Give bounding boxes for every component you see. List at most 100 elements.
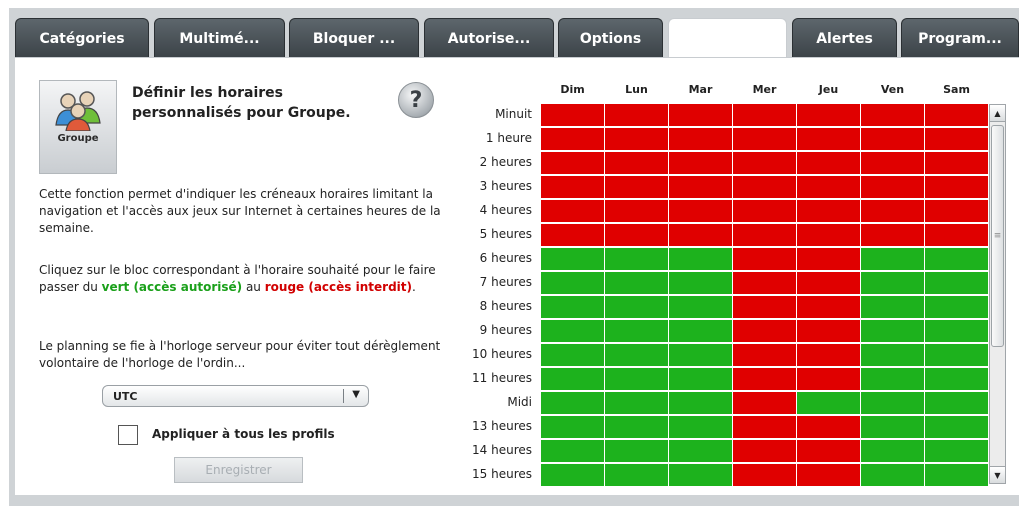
schedule-cell[interactable] <box>605 152 668 174</box>
schedule-cell[interactable] <box>541 416 604 438</box>
schedule-cell[interactable] <box>861 176 924 198</box>
schedule-cell[interactable] <box>669 272 732 294</box>
schedule-cell[interactable] <box>669 248 732 270</box>
schedule-cell[interactable] <box>925 320 988 342</box>
schedule-cell[interactable] <box>605 416 668 438</box>
schedule-cell[interactable] <box>861 320 924 342</box>
schedule-cell[interactable] <box>797 152 860 174</box>
schedule-cell[interactable] <box>605 176 668 198</box>
schedule-cell[interactable] <box>605 296 668 318</box>
schedule-cell[interactable] <box>733 368 796 390</box>
tab-categories[interactable]: Catégories <box>15 18 149 58</box>
schedule-cell[interactable] <box>605 392 668 414</box>
schedule-cell[interactable] <box>797 272 860 294</box>
schedule-cell[interactable] <box>605 368 668 390</box>
tab-bloquer[interactable]: Bloquer ... <box>289 18 419 58</box>
schedule-cell[interactable] <box>925 344 988 366</box>
schedule-cell[interactable] <box>797 224 860 246</box>
schedule-cell[interactable] <box>861 368 924 390</box>
schedule-cell[interactable] <box>733 296 796 318</box>
schedule-cell[interactable] <box>605 344 668 366</box>
schedule-cell[interactable] <box>925 296 988 318</box>
schedule-cell[interactable] <box>669 416 732 438</box>
schedule-cell[interactable] <box>861 296 924 318</box>
profile-icon-box[interactable]: Groupe <box>39 80 117 174</box>
schedule-cell[interactable] <box>797 128 860 150</box>
schedule-cell[interactable] <box>541 296 604 318</box>
schedule-cell[interactable] <box>861 344 924 366</box>
schedule-cell[interactable] <box>861 440 924 462</box>
schedule-cell[interactable] <box>797 464 860 486</box>
schedule-cell[interactable] <box>925 464 988 486</box>
schedule-cell[interactable] <box>733 200 796 222</box>
schedule-cell[interactable] <box>541 464 604 486</box>
schedule-cell[interactable] <box>605 464 668 486</box>
schedule-cell[interactable] <box>605 200 668 222</box>
schedule-cell[interactable] <box>733 128 796 150</box>
apply-all-checkbox[interactable] <box>118 425 138 445</box>
tab-options[interactable]: Options <box>558 18 663 58</box>
schedule-cell[interactable] <box>797 392 860 414</box>
tab-alertes[interactable]: Alertes <box>792 18 897 58</box>
schedule-cell[interactable] <box>541 368 604 390</box>
schedule-cell[interactable] <box>669 176 732 198</box>
schedule-cell[interactable] <box>733 248 796 270</box>
schedule-cell[interactable] <box>861 248 924 270</box>
schedule-cell[interactable] <box>605 272 668 294</box>
schedule-cell[interactable] <box>925 152 988 174</box>
schedule-cell[interactable] <box>669 152 732 174</box>
schedule-cell[interactable] <box>541 200 604 222</box>
schedule-cell[interactable] <box>541 344 604 366</box>
schedule-cell[interactable] <box>925 200 988 222</box>
schedule-cell[interactable] <box>605 104 668 126</box>
schedule-cell[interactable] <box>733 464 796 486</box>
schedule-cell[interactable] <box>669 320 732 342</box>
schedule-cell[interactable] <box>861 224 924 246</box>
schedule-cell[interactable] <box>925 272 988 294</box>
schedule-cell[interactable] <box>733 176 796 198</box>
tab-programmes[interactable]: Program... <box>901 18 1019 58</box>
schedule-scrollbar[interactable]: ▲ ≡ ▼ <box>989 104 1006 484</box>
schedule-cell[interactable] <box>861 200 924 222</box>
schedule-cell[interactable] <box>541 104 604 126</box>
schedule-cell[interactable] <box>669 464 732 486</box>
help-icon[interactable]: ? <box>398 82 434 118</box>
schedule-cell[interactable] <box>925 368 988 390</box>
schedule-cell[interactable] <box>797 248 860 270</box>
schedule-cell[interactable] <box>605 440 668 462</box>
schedule-cell[interactable] <box>797 344 860 366</box>
schedule-cell[interactable] <box>733 224 796 246</box>
timezone-select[interactable]: UTC ▼ <box>102 385 369 407</box>
schedule-cell[interactable] <box>541 152 604 174</box>
schedule-cell[interactable] <box>733 272 796 294</box>
schedule-cell[interactable] <box>541 440 604 462</box>
schedule-cell[interactable] <box>733 392 796 414</box>
schedule-cell[interactable] <box>861 104 924 126</box>
schedule-cell[interactable] <box>733 416 796 438</box>
schedule-cell[interactable] <box>797 296 860 318</box>
schedule-cell[interactable] <box>861 464 924 486</box>
tab-autoriser[interactable]: Autorise... <box>424 18 554 58</box>
schedule-cell[interactable] <box>925 128 988 150</box>
tab-multimedia[interactable]: Multimé... <box>154 18 285 58</box>
schedule-cell[interactable] <box>669 368 732 390</box>
schedule-cell[interactable] <box>541 392 604 414</box>
schedule-cell[interactable] <box>797 200 860 222</box>
schedule-cell[interactable] <box>925 104 988 126</box>
schedule-cell[interactable] <box>541 128 604 150</box>
schedule-cell[interactable] <box>541 272 604 294</box>
schedule-cell[interactable] <box>925 176 988 198</box>
schedule-cell[interactable] <box>669 104 732 126</box>
schedule-cell[interactable] <box>797 320 860 342</box>
schedule-cell[interactable] <box>541 248 604 270</box>
schedule-cell[interactable] <box>669 200 732 222</box>
scroll-up-icon[interactable]: ▲ <box>990 105 1005 122</box>
schedule-cell[interactable] <box>797 440 860 462</box>
schedule-cell[interactable] <box>669 344 732 366</box>
schedule-cell[interactable] <box>605 224 668 246</box>
schedule-cell[interactable] <box>541 320 604 342</box>
schedule-cell[interactable] <box>861 152 924 174</box>
schedule-cell[interactable] <box>861 128 924 150</box>
schedule-cell[interactable] <box>605 320 668 342</box>
scroll-down-icon[interactable]: ▼ <box>990 466 1005 483</box>
